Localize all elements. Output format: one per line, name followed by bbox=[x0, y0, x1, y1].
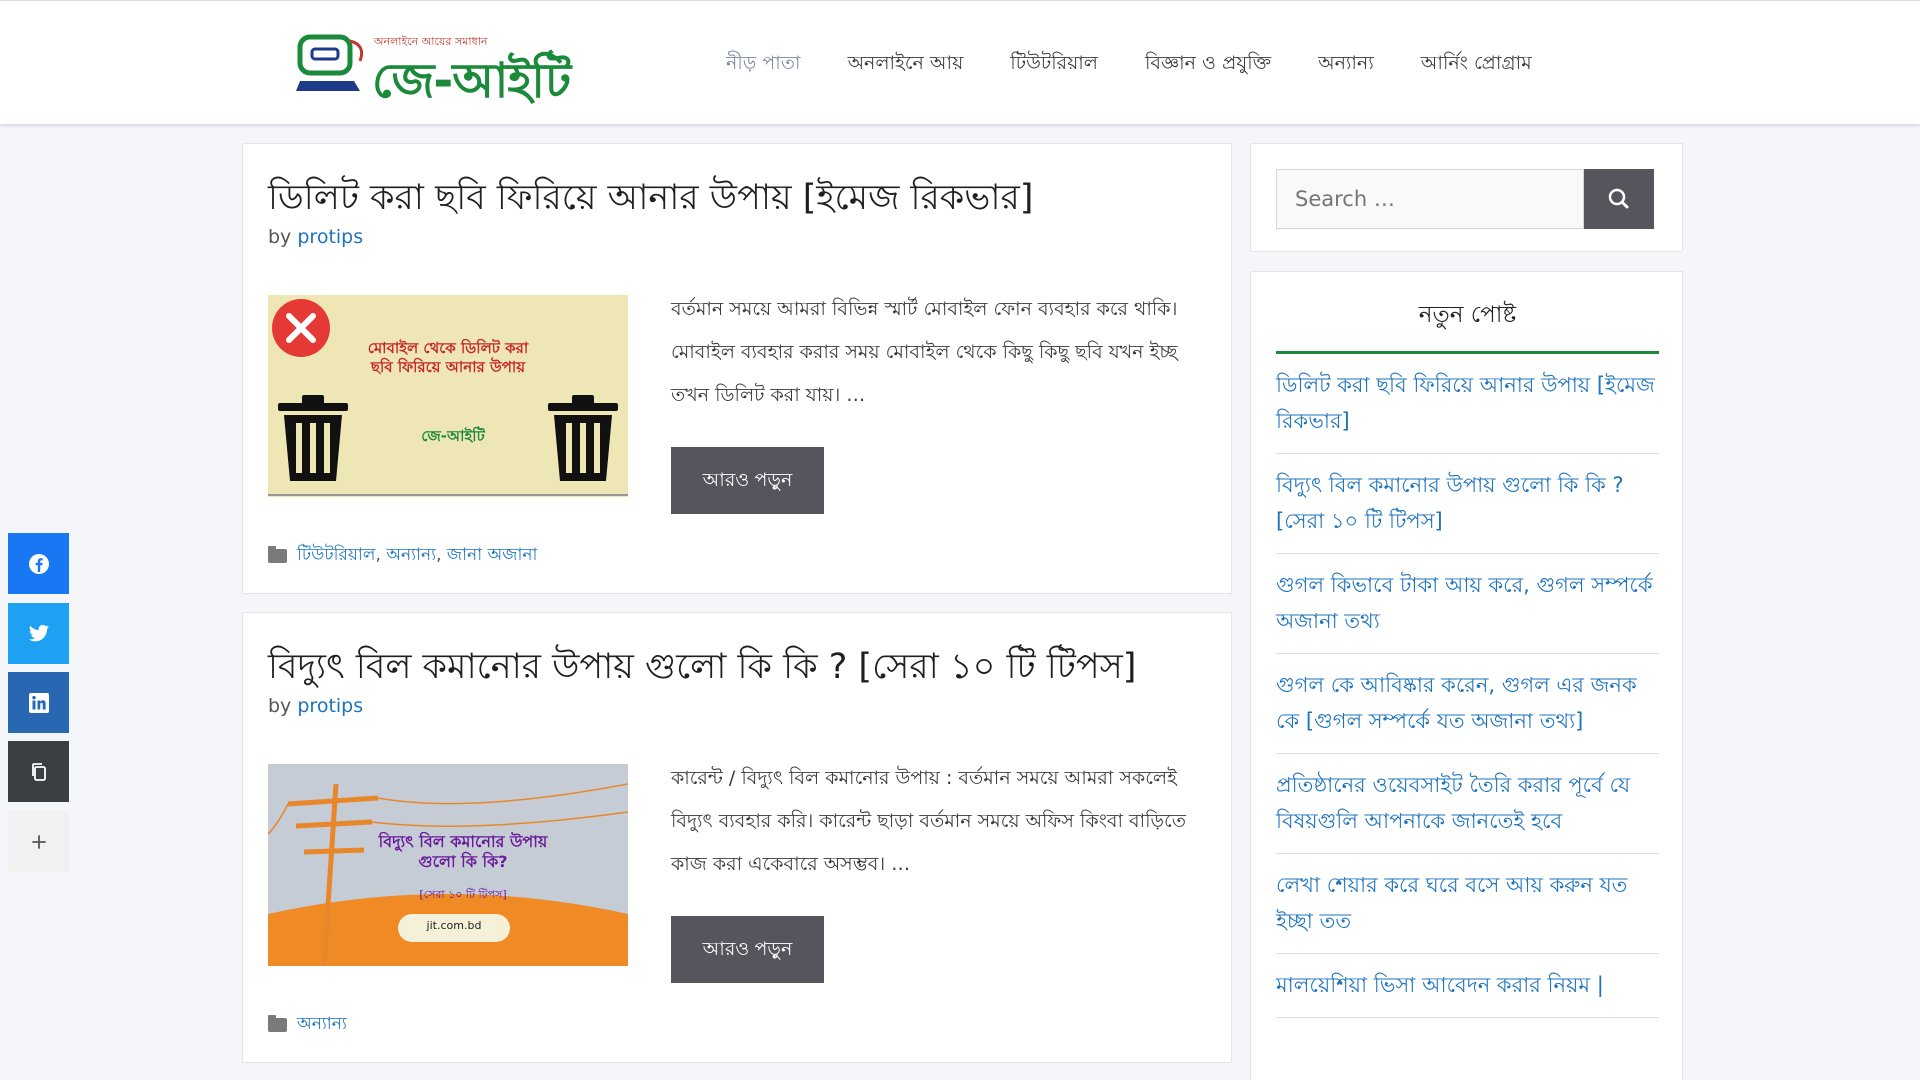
post-categories: অন্যান্য bbox=[268, 1011, 347, 1039]
thumbnail-caption: বিদ্যুৎ বিল কমানোর উপায় গুলো কি কি? bbox=[378, 832, 548, 871]
search-input[interactable] bbox=[1276, 169, 1584, 229]
site-logo[interactable]: অনলাইনে আয়ের সমাধান জে-আইটি bbox=[294, 27, 571, 109]
post-card: ডিলিট করা ছবি ফিরিয়ে আনার উপায় [ইমেজ র… bbox=[242, 143, 1232, 594]
post-byline: by protips bbox=[268, 695, 363, 717]
nav-science-tech[interactable]: বিজ্ঞান ও প্রযুক্তি bbox=[1145, 49, 1271, 81]
delete-image-illustration: মোবাইল থেকে ডিলিট করা ছবি ফিরিয়ে আনার উ… bbox=[268, 295, 628, 497]
logo-wordmark: জে-আইটি bbox=[372, 53, 571, 109]
list-item: গুগল কিভাবে টাকা আয় করে, গুগল সম্পর্কে … bbox=[1276, 554, 1659, 654]
copy-icon bbox=[31, 762, 46, 781]
nav-tutorial[interactable]: টিউটরিয়াল bbox=[1010, 49, 1098, 81]
nav-earning-program[interactable]: আর্নিং প্রোগ্রাম bbox=[1421, 49, 1532, 81]
author-link[interactable]: protips bbox=[297, 226, 363, 248]
post-byline: by protips bbox=[268, 226, 363, 248]
thumbnail-caption: মোবাইল থেকে ডিলিট করা ছবি ফিরিয়ে আনার উ… bbox=[367, 339, 529, 376]
post-categories: টিউটরিয়াল, অন্যান্য, জানা অজানা bbox=[268, 542, 537, 570]
thumbnail-site-label: jit.com.bd bbox=[426, 919, 482, 932]
post-title[interactable]: ডিলিট করা ছবি ফিরিয়ে আনার উপায় [ইমেজ র… bbox=[268, 170, 1033, 229]
post-thumbnail[interactable]: মোবাইল থেকে ডিলিট করা ছবি ফিরিয়ে আনার উ… bbox=[268, 295, 628, 497]
byline-by: by bbox=[268, 226, 292, 248]
post-card: বিদ্যুৎ বিল কমানোর উপায় গুলো কি কি ? [স… bbox=[242, 612, 1232, 1063]
plus-icon bbox=[31, 834, 46, 849]
share-copy-link-button[interactable] bbox=[8, 741, 69, 802]
list-item: লেখা শেয়ার করে ঘরে বসে আয় করুন যত ইচ্ছ… bbox=[1276, 854, 1659, 954]
search-button[interactable] bbox=[1584, 169, 1654, 229]
category-link[interactable]: অন্যান্য bbox=[297, 1011, 347, 1039]
post-thumbnail[interactable]: বিদ্যুৎ বিল কমানোর উপায় গুলো কি কি? [সে… bbox=[268, 764, 628, 966]
facebook-icon bbox=[28, 553, 49, 574]
read-more-button[interactable]: আরও পড়ুন bbox=[671, 447, 824, 514]
recent-post-link[interactable]: মালয়েশিয়া ভিসা আবেদন করার নিয়ম | bbox=[1276, 967, 1659, 1003]
site-header: অনলাইনে আয়ের সমাধান জে-আইটি নীড় পাতা অ… bbox=[0, 0, 1920, 124]
nav-home[interactable]: নীড় পাতা bbox=[726, 49, 801, 81]
folder-icon bbox=[268, 1015, 287, 1032]
read-more-button[interactable]: আরও পড়ুন bbox=[671, 916, 824, 983]
recent-posts-list: ডিলিট করা ছবি ফিরিয়ে আনার উপায় [ইমেজ র… bbox=[1276, 354, 1659, 1018]
thumbnail-logo-text: জে-আইটি bbox=[421, 427, 485, 445]
thumbnail-subcaption: [সেরা ১০ টি টিপস] bbox=[419, 888, 507, 901]
byline-by: by bbox=[268, 695, 292, 717]
linkedin-icon bbox=[28, 692, 49, 713]
search-icon bbox=[1608, 188, 1629, 209]
share-twitter-button[interactable] bbox=[8, 603, 69, 664]
recent-post-link[interactable]: বিদ্যুৎ বিল কমানোর উপায় গুলো কি কি ? [স… bbox=[1276, 467, 1659, 539]
recent-post-link[interactable]: গুগল কে আবিষ্কার করেন, গুগল এর জনক কে [গ… bbox=[1276, 667, 1659, 739]
list-item: বিদ্যুৎ বিল কমানোর উপায় গুলো কি কি ? [স… bbox=[1276, 454, 1659, 554]
recent-post-link[interactable]: গুগল কিভাবে টাকা আয় করে, গুগল সম্পর্কে … bbox=[1276, 567, 1659, 639]
recent-post-link[interactable]: ডিলিট করা ছবি ফিরিয়ে আনার উপায় [ইমেজ র… bbox=[1276, 367, 1659, 439]
search-widget bbox=[1250, 143, 1683, 252]
category-link[interactable]: অন্যান্য bbox=[386, 545, 436, 565]
nav-others[interactable]: অন্যান্য bbox=[1318, 49, 1374, 81]
post-excerpt: কারেন্ট / বিদ্যুৎ বিল কমানোর উপায় : বর্… bbox=[671, 767, 1186, 875]
author-link[interactable]: protips bbox=[297, 695, 363, 717]
share-more-button[interactable] bbox=[8, 811, 69, 872]
main-nav: নীড় পাতা অনলাইনে আয় টিউটরিয়াল বিজ্ঞান… bbox=[726, 49, 1579, 81]
list-item: ডিলিট করা ছবি ফিরিয়ে আনার উপায় [ইমেজ র… bbox=[1276, 354, 1659, 454]
category-link[interactable]: জানা অজানা bbox=[447, 545, 538, 565]
list-item: প্রতিষ্ঠানের ওয়েবসাইট তৈরি করার পূর্বে … bbox=[1276, 754, 1659, 854]
category-link[interactable]: টিউটরিয়াল bbox=[297, 545, 375, 565]
recent-post-link[interactable]: প্রতিষ্ঠানের ওয়েবসাইট তৈরি করার পূর্বে … bbox=[1276, 767, 1659, 839]
computer-logo-icon bbox=[296, 34, 364, 91]
twitter-icon bbox=[28, 624, 49, 641]
folder-icon bbox=[268, 546, 287, 563]
post-excerpt: বর্তমান সময়ে আমরা বিভিন্ন স্মার্ট মোবাই… bbox=[671, 298, 1178, 406]
post-title[interactable]: বিদ্যুৎ বিল কমানোর উপায় গুলো কি কি ? [স… bbox=[268, 639, 1136, 698]
nav-online-income[interactable]: অনলাইনে আয় bbox=[848, 49, 964, 81]
share-linkedin-button[interactable] bbox=[8, 672, 69, 733]
electric-pole-illustration: বিদ্যুৎ বিল কমানোর উপায় গুলো কি কি? [সে… bbox=[268, 764, 628, 966]
recent-post-link[interactable]: লেখা শেয়ার করে ঘরে বসে আয় করুন যত ইচ্ছ… bbox=[1276, 867, 1659, 939]
recent-posts-widget: নতুন পোষ্ট ডিলিট করা ছবি ফিরিয়ে আনার উপ… bbox=[1250, 271, 1683, 1080]
widget-title: নতুন পোষ্ট bbox=[1276, 296, 1659, 354]
share-facebook-button[interactable] bbox=[8, 533, 69, 594]
list-item: গুগল কে আবিষ্কার করেন, গুগল এর জনক কে [গ… bbox=[1276, 654, 1659, 754]
list-item: মালয়েশিয়া ভিসা আবেদন করার নিয়ম | bbox=[1276, 954, 1659, 1018]
